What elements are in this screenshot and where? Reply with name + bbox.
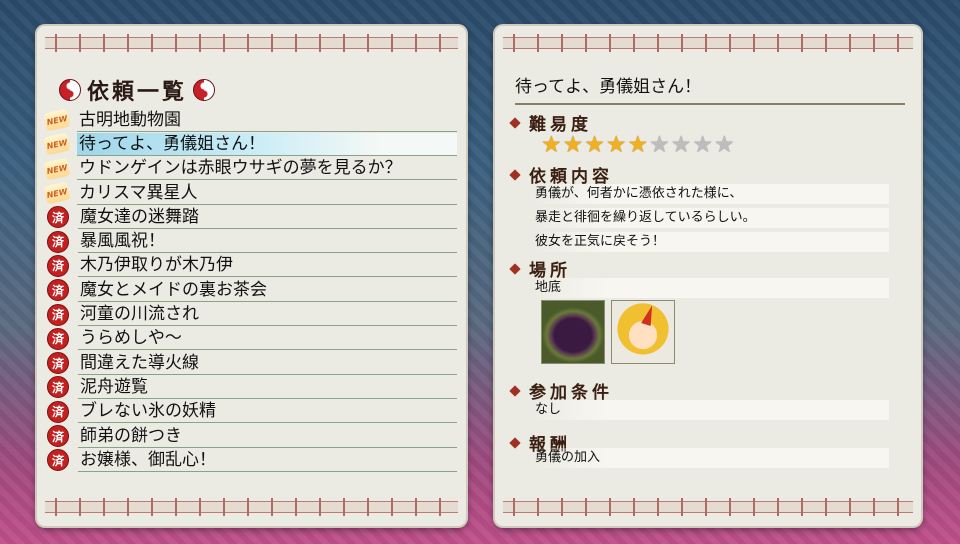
bullet-icon xyxy=(509,116,521,129)
completed-badge-icon: 済 xyxy=(47,279,69,302)
new-badge-icon: NEW xyxy=(43,133,71,156)
request-list-item-label: 待ってよ、勇儀姐さん！ xyxy=(77,132,457,156)
horn-icon xyxy=(641,303,657,327)
difficulty-stars: ★ ★ ★ ★ ★ ★ ★ ★ ★ xyxy=(541,133,735,157)
bullet-icon xyxy=(509,262,521,275)
request-list-item-label: 魔女達の迷舞踏 xyxy=(78,206,457,229)
request-list-item[interactable]: 済暴風風祝！ xyxy=(43,229,457,254)
bottom-border-ornament xyxy=(503,498,913,516)
request-list-item-label: うらめしや〜 xyxy=(78,327,457,351)
bullet-icon xyxy=(509,384,521,397)
yin-yang-icon xyxy=(193,79,216,101)
completed-badge-icon: 済 xyxy=(47,303,69,326)
request-list-item-label: 間違えた導火線 xyxy=(78,352,457,375)
request-list-item-label: 河童の川流され xyxy=(78,303,457,327)
star-filled-icon: ★ xyxy=(605,132,627,158)
completed-badge-icon: 済 xyxy=(47,425,69,447)
completed-badge-icon: 済 xyxy=(47,230,69,253)
request-list-item[interactable]: 済河童の川流され xyxy=(43,302,457,327)
completed-badge-icon: 済 xyxy=(47,352,69,375)
request-list-item[interactable]: 済師弟の餅つき xyxy=(43,424,457,448)
request-detail-panel: 待ってよ、勇儀姐さん！ 難易度 ★ ★ ★ ★ ★ ★ ★ ★ ★ 依頼内容 勇儀が、何者かに憑… xyxy=(495,26,921,526)
star-filled-icon: ★ xyxy=(584,132,605,158)
request-list-item-label: お嬢様、御乱心！ xyxy=(78,449,457,472)
request-list-title: 依頼一覧 xyxy=(87,79,188,105)
new-badge-icon: NEW xyxy=(43,157,71,181)
new-badge-icon: NEW xyxy=(43,181,71,205)
completed-badge-icon: 済 xyxy=(47,400,69,423)
request-list-panel: 依頼一覧 NEW 古明地動物園 NEW 待ってよ、勇儀姐さん！ NEW ウドンゲインは赤眼… xyxy=(37,26,466,526)
location-value: 地底 xyxy=(535,278,889,298)
completed-badge-icon: 済 xyxy=(47,376,69,399)
star-filled-icon: ★ xyxy=(541,132,562,158)
completed-badge-icon: 済 xyxy=(47,327,69,350)
yin-yang-icon xyxy=(59,79,81,101)
star-empty-icon: ★ xyxy=(670,132,692,158)
request-list-item-label: カリスマ異星人 xyxy=(77,182,457,205)
star-empty-icon: ★ xyxy=(649,132,670,158)
top-border-ornament xyxy=(503,34,913,52)
completed-badge-icon: 済 xyxy=(47,206,69,229)
request-list-item[interactable]: 済お嬢様、御乱心！ xyxy=(43,448,457,472)
request-list-item-label: 古明地動物園 xyxy=(77,109,457,132)
request-list-header: 依頼一覧 xyxy=(59,74,216,106)
content-line: 彼女を正気に戻そう！ xyxy=(535,232,889,252)
request-list-item[interactable]: NEW 待ってよ、勇儀姐さん！ xyxy=(43,132,457,156)
request-list-item[interactable]: 済泥舟遊覧 xyxy=(43,375,457,399)
character-portrait xyxy=(611,300,675,364)
request-list-item[interactable]: 済うらめしや〜 xyxy=(43,327,457,351)
bullet-icon xyxy=(509,168,521,181)
completed-badge-icon: 済 xyxy=(47,449,69,472)
request-list-item-label: 泥舟遊覧 xyxy=(78,376,457,399)
bottom-border-ornament xyxy=(45,498,458,516)
condition-value: なし xyxy=(535,400,889,420)
request-list-item[interactable]: 済ブレない氷の妖精 xyxy=(43,400,457,424)
completed-badge-icon: 済 xyxy=(47,254,69,277)
star-filled-icon: ★ xyxy=(562,132,584,158)
request-list-item-label: 魔女とメイドの裏お茶会 xyxy=(78,279,457,302)
top-border-ornament xyxy=(45,34,458,52)
star-filled-icon: ★ xyxy=(627,132,649,158)
bullet-icon xyxy=(509,436,521,449)
request-list-item[interactable]: 済魔女達の迷舞踏 xyxy=(43,205,457,229)
request-list-item-label: 師弟の餅つき xyxy=(78,425,457,448)
request-list-item-label: ブレない氷の妖精 xyxy=(78,400,457,424)
request-list-item[interactable]: NEW 古明地動物園 xyxy=(43,108,457,132)
request-list-item[interactable]: NEW カリスマ異星人 xyxy=(43,181,457,205)
star-empty-icon: ★ xyxy=(692,132,713,158)
star-empty-icon: ★ xyxy=(714,132,735,158)
request-list-item-label: ウドンゲインは赤眼ウサギの夢を見るか？ xyxy=(77,157,457,181)
request-list-item[interactable]: 済間違えた導火線 xyxy=(43,351,457,375)
request-list: NEW 古明地動物園 NEW 待ってよ、勇儀姐さん！ NEW ウドンゲインは赤眼ウサギの夢… xyxy=(43,108,457,472)
new-badge-icon: NEW xyxy=(43,108,71,132)
request-list-item[interactable]: NEW ウドンゲインは赤眼ウサギの夢を見るか？ xyxy=(43,157,457,181)
location-thumbnail xyxy=(541,300,605,364)
request-list-item-label: 木乃伊取りが木乃伊 xyxy=(78,254,457,278)
request-list-item[interactable]: 済木乃伊取りが木乃伊 xyxy=(43,254,457,278)
request-list-item[interactable]: 済魔女とメイドの裏お茶会 xyxy=(43,278,457,302)
request-title: 待ってよ、勇儀姐さん！ xyxy=(515,72,905,105)
content-line: 勇儀が、何者かに憑依された様に、 xyxy=(535,184,889,204)
reward-value: 勇儀の加入 xyxy=(535,448,889,468)
content-line: 暴走と徘徊を繰り返しているらしい。 xyxy=(535,208,889,228)
request-list-item-label: 暴風風祝！ xyxy=(78,230,457,254)
